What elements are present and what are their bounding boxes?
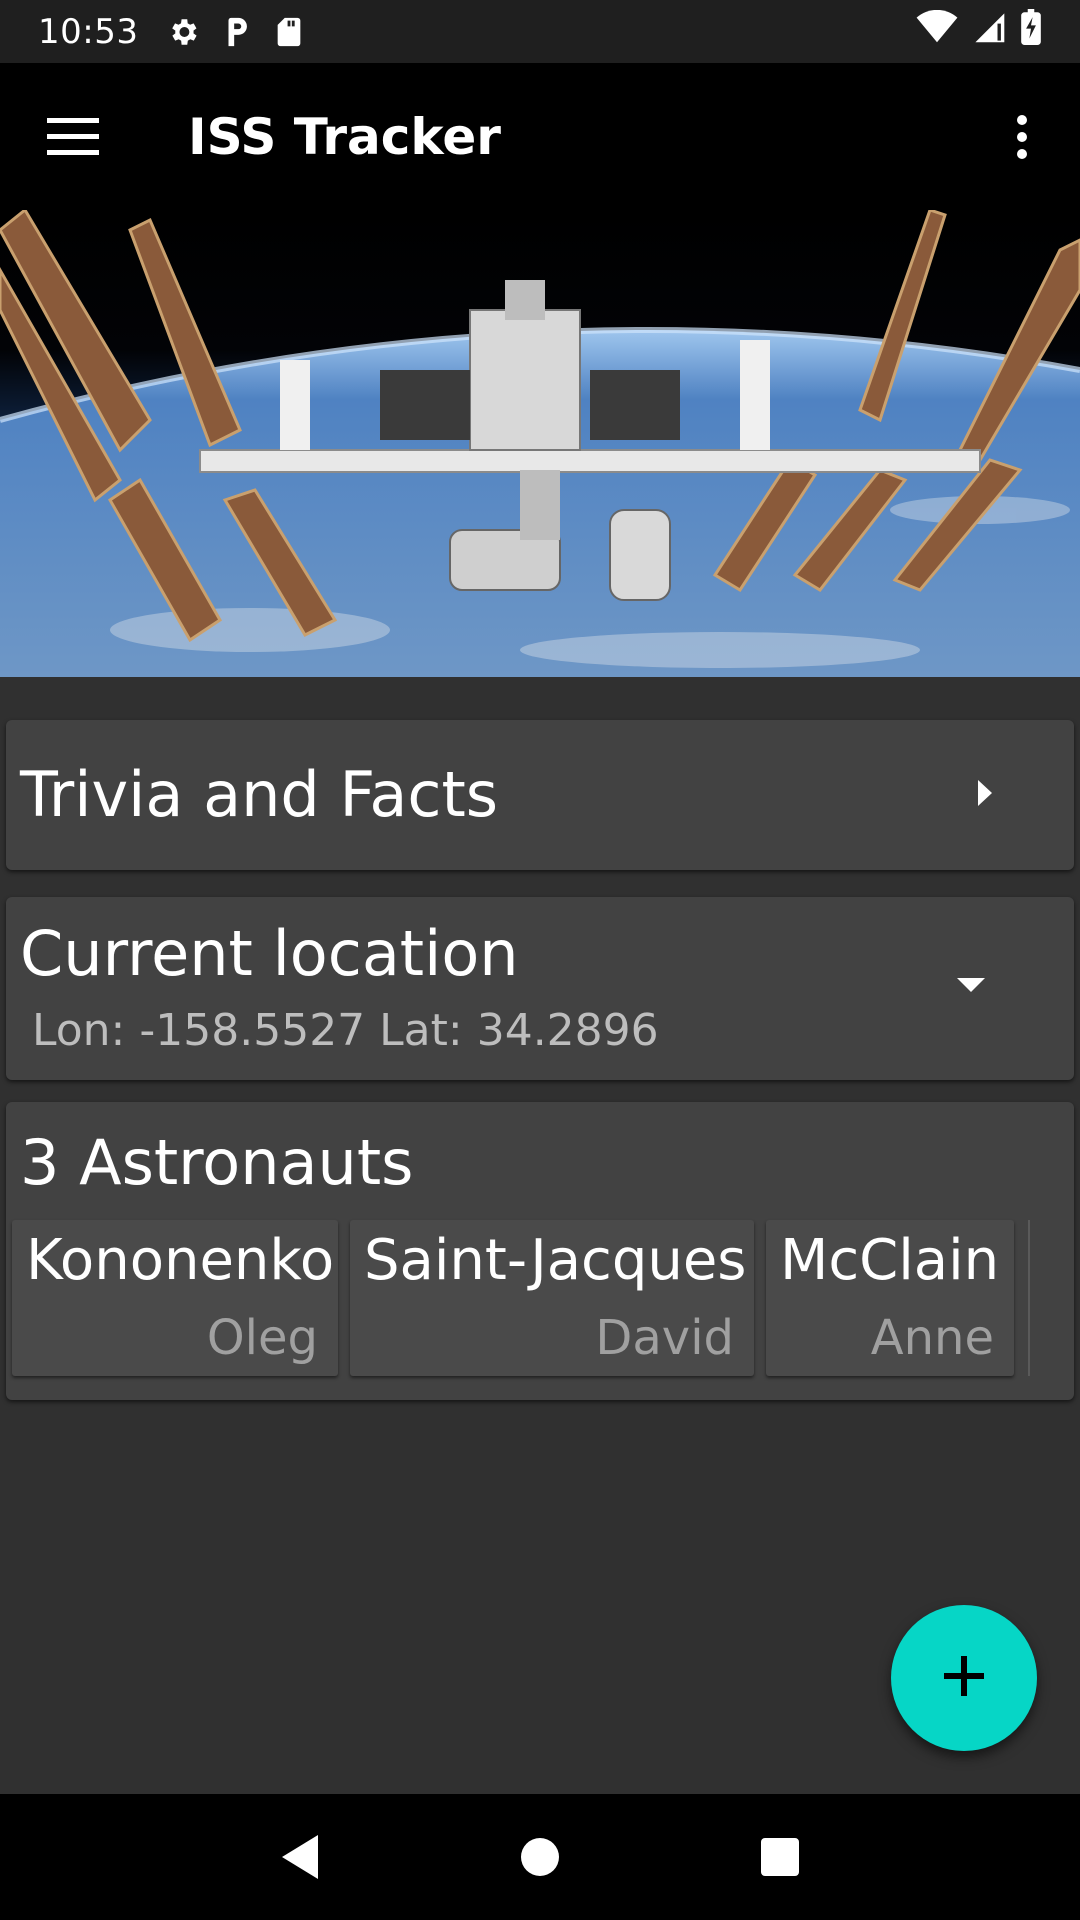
iss-station-illustration — [0, 210, 1080, 677]
sd-card-icon — [274, 15, 304, 49]
trivia-card[interactable]: Trivia and Facts — [6, 720, 1074, 870]
home-icon[interactable] — [495, 1812, 585, 1902]
astronaut-item[interactable]: Kononenko Oleg — [12, 1220, 338, 1376]
gear-icon — [166, 15, 200, 49]
astronaut-first-name: Anne — [870, 1310, 994, 1366]
more-vert-icon[interactable] — [972, 63, 1072, 210]
hamburger-menu-icon[interactable] — [0, 63, 146, 210]
astronaut-last-name: McClain — [780, 1228, 1000, 1293]
astronaut-first-name: Oleg — [206, 1310, 318, 1366]
system-nav-bar — [0, 1794, 1080, 1920]
astronauts-title: 3 Astronauts — [20, 1126, 414, 1199]
location-title: Current location — [20, 917, 519, 990]
astronaut-first-name: David — [595, 1310, 734, 1366]
location-coords: Lon: -158.5527 Lat: 34.2896 — [32, 1005, 659, 1056]
astronaut-item[interactable]: McClain Anne — [766, 1220, 1014, 1376]
trivia-title: Trivia and Facts — [20, 758, 499, 831]
app-title: ISS Tracker — [188, 107, 501, 166]
wifi-icon — [916, 9, 958, 53]
list-divider — [1028, 1220, 1030, 1376]
plus-icon — [944, 1656, 984, 1700]
status-time: 10:53 — [38, 11, 139, 52]
arrow-drop-down-icon[interactable] — [956, 977, 986, 997]
astronauts-card: 3 Astronauts Kononenko Oleg Saint-Jacque… — [6, 1102, 1074, 1400]
parking-icon — [222, 15, 252, 49]
recents-icon[interactable] — [735, 1812, 825, 1902]
astronaut-last-name: Saint-Jacques — [364, 1228, 747, 1293]
astronaut-last-name: Kononenko — [26, 1228, 335, 1293]
iss-hero-image — [0, 210, 1080, 677]
status-bar: 10:53 — [0, 0, 1080, 63]
battery-charging-icon — [1020, 9, 1042, 54]
astronaut-item[interactable]: Saint-Jacques David — [350, 1220, 754, 1376]
location-card[interactable]: Current location Lon: -158.5527 Lat: 34.… — [6, 897, 1074, 1080]
app-bar: ISS Tracker — [0, 63, 1080, 210]
add-button[interactable] — [891, 1605, 1037, 1751]
arrow-right-icon[interactable] — [976, 778, 994, 812]
back-icon[interactable] — [255, 1812, 345, 1902]
astronaut-list: Kononenko Oleg Saint-Jacques David McCla… — [12, 1220, 1030, 1376]
signal-icon — [972, 10, 1006, 53]
